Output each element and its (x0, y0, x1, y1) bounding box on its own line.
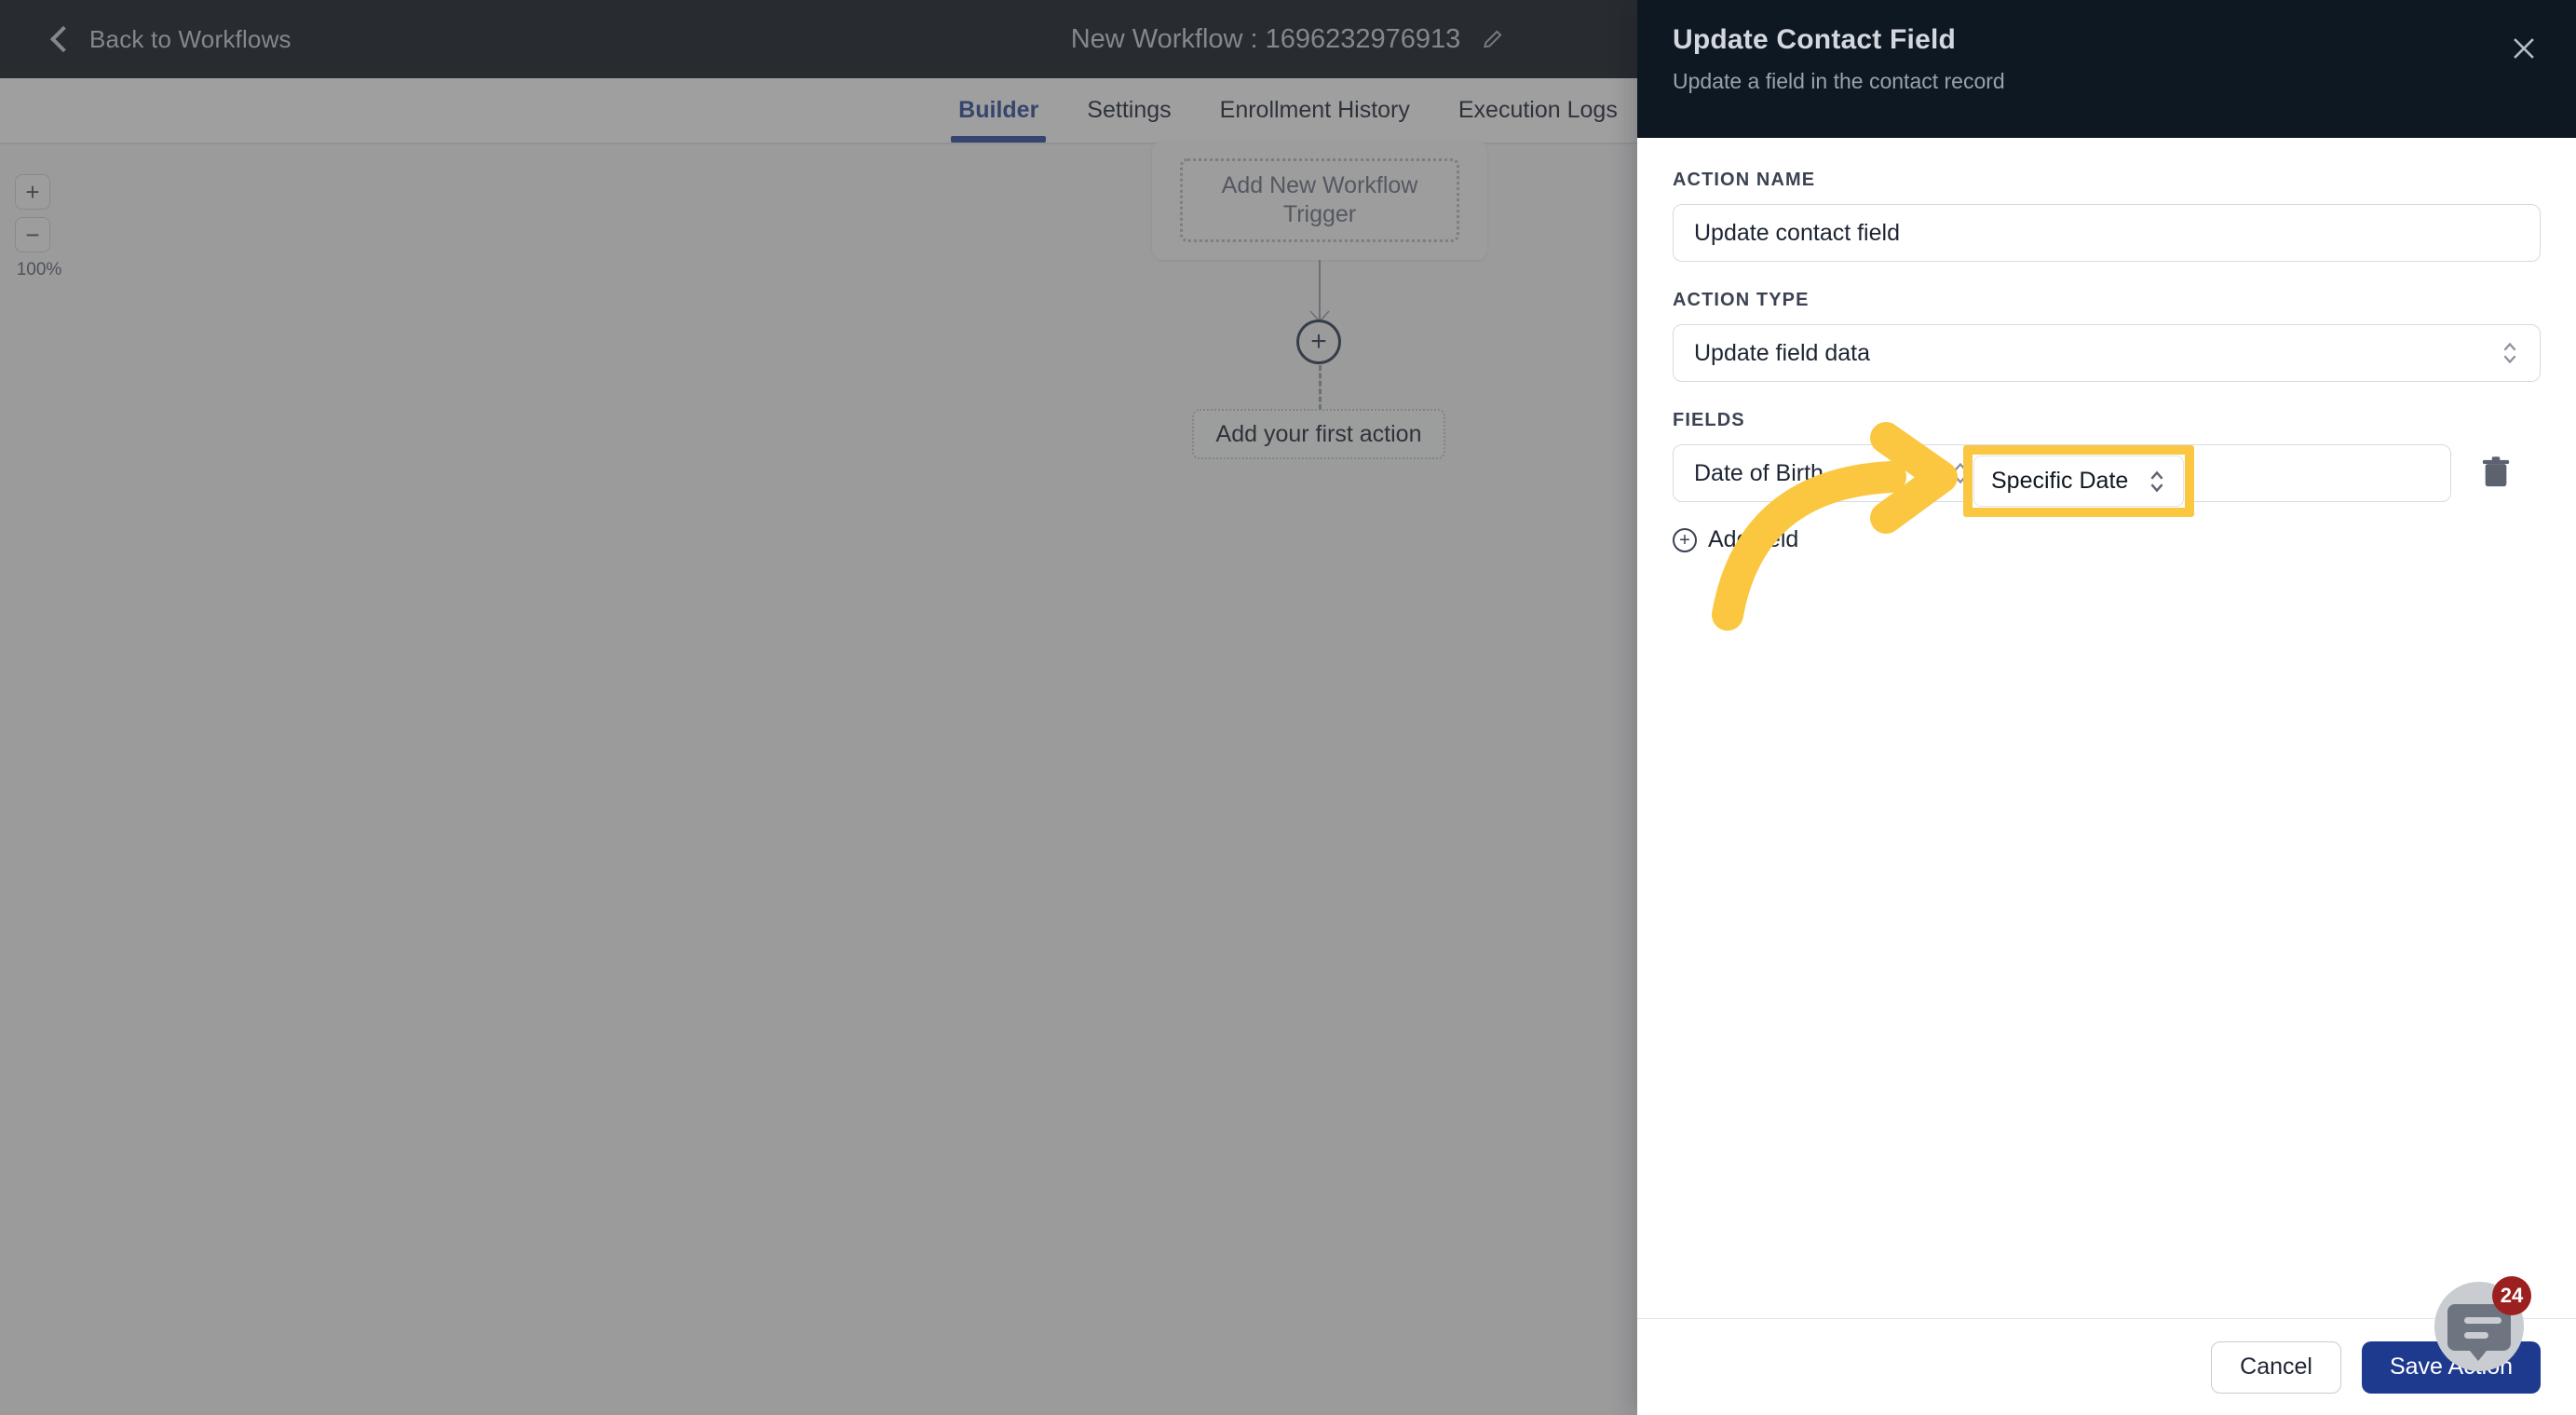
pencil-icon[interactable] (1481, 27, 1505, 51)
back-to-workflows-label: Back to Workflows (89, 24, 291, 53)
update-contact-field-panel: Update Contact Field Update a field in t… (1637, 0, 2576, 1415)
zoom-in-icon: + (25, 178, 40, 206)
add-first-action-button[interactable]: Add your first action (1192, 409, 1445, 459)
field-name-value: Date of Birth (1694, 459, 1824, 486)
add-new-workflow-trigger-label: Add New Workflow Trigger (1221, 171, 1418, 227)
zoom-controls: + − 100% (15, 174, 71, 280)
zoom-level-label: 100% (16, 260, 62, 279)
chevron-up-down-icon (2150, 470, 2163, 492)
zoom-out-button[interactable]: − (15, 217, 50, 252)
tab-execution-logs-label: Execution Logs (1457, 97, 1618, 123)
plus-circle-icon: + (1310, 326, 1327, 357)
zoom-out-icon: − (25, 221, 40, 249)
back-to-workflows-button[interactable]: Back to Workflows (49, 0, 291, 78)
add-first-action-label: Add your first action (1215, 420, 1422, 447)
panel-header: Update Contact Field Update a field in t… (1637, 0, 2576, 138)
plus-circle-icon: + (1673, 527, 1697, 552)
chat-unread-badge: 24 (2492, 1276, 2531, 1315)
panel-subtitle: Update a field in the contact record (1673, 69, 2005, 93)
page-title: New Workflow : 1696232976913 (1070, 23, 1461, 54)
tab-builder[interactable]: Builder (934, 78, 1063, 143)
add-step-button[interactable]: + (1296, 320, 1341, 364)
trash-icon (2482, 456, 2510, 487)
flow-connector-bottom (1319, 365, 1322, 410)
add-new-workflow-trigger-button[interactable]: Add New Workflow Trigger (1180, 158, 1459, 242)
tab-enrollment-history-label: Enrollment History (1219, 97, 1410, 123)
tab-enrollment-history[interactable]: Enrollment History (1196, 78, 1434, 143)
cancel-button-label: Cancel (2240, 1354, 2312, 1380)
panel-title: Update Contact Field (1673, 24, 1957, 55)
close-icon (2514, 38, 2534, 59)
add-field-button[interactable]: + Add field (1673, 526, 1798, 553)
panel-body: ACTION NAME Update contact field ACTION … (1637, 138, 2576, 1318)
workflow-trigger-card[interactable]: Add New Workflow Trigger (1152, 141, 1487, 260)
chevron-up-down-icon (2503, 342, 2516, 364)
action-type-select[interactable]: Update field data (1673, 324, 2541, 382)
action-name-value: Update contact field (1694, 219, 1900, 246)
field-value-text: Specific Date (1991, 468, 2129, 494)
app-root: Back to Workflows New Workflow : 1696232… (0, 0, 2576, 1415)
chat-widget-button[interactable]: 24 (2429, 1276, 2531, 1379)
tab-settings-label: Settings (1087, 97, 1172, 123)
action-type-label: ACTION TYPE (1673, 290, 1810, 310)
fields-label: FIELDS (1673, 410, 1745, 430)
field-name-select[interactable]: Date of Birth (1674, 445, 1990, 501)
zoom-in-button[interactable]: + (15, 174, 50, 210)
field-value-select[interactable]: Specific Date (1973, 456, 2184, 507)
add-field-label: Add field (1708, 526, 1799, 552)
chevron-left-icon (49, 25, 77, 53)
action-type-value: Update field data (1694, 339, 1871, 366)
tab-builder-label: Builder (958, 97, 1039, 123)
action-name-input[interactable]: Update contact field (1673, 204, 2541, 262)
tab-execution-logs[interactable]: Execution Logs (1434, 78, 1642, 143)
action-name-label: ACTION NAME (1673, 170, 1816, 190)
workflow-flow: Add New Workflow Trigger + Add your firs… (1152, 141, 1487, 459)
tab-settings[interactable]: Settings (1063, 78, 1195, 143)
close-panel-button[interactable] (2503, 28, 2544, 69)
delete-field-button[interactable] (2451, 456, 2541, 491)
cancel-button[interactable]: Cancel (2211, 1340, 2341, 1394)
